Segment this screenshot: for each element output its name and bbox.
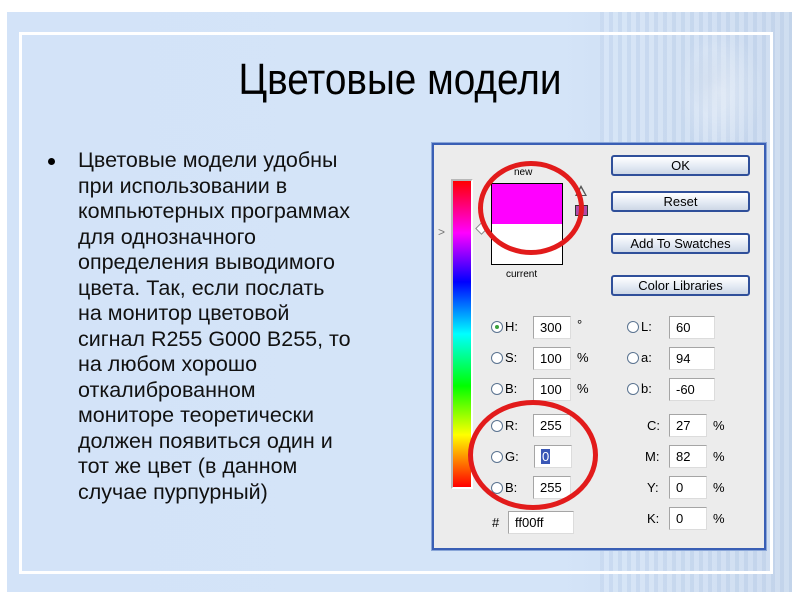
brightness-input[interactable]: 100	[533, 378, 571, 401]
red-input[interactable]: 255	[533, 414, 571, 437]
hue-spectrum-slider[interactable]	[451, 179, 473, 489]
hue-input[interactable]: 300	[533, 316, 571, 339]
saturation-radio[interactable]	[491, 352, 503, 364]
hue-unit: °	[577, 317, 583, 332]
ok-button[interactable]: OK	[611, 155, 750, 176]
brightness-unit: %	[577, 381, 589, 396]
bullet-icon	[48, 158, 55, 165]
lightness-label: L:	[641, 319, 652, 334]
b-channel-label: b:	[641, 381, 652, 396]
red-label: R:	[505, 418, 518, 433]
hex-input[interactable]: ff00ff	[508, 511, 574, 534]
slider-left-arrow-icon[interactable]: >	[438, 225, 445, 239]
cyan-label: C:	[647, 418, 660, 433]
add-to-swatches-button[interactable]: Add To Swatches	[611, 233, 750, 254]
lightness-radio[interactable]	[627, 321, 639, 333]
green-radio[interactable]	[491, 451, 503, 463]
reset-button[interactable]: Reset	[611, 191, 750, 212]
yellow-input[interactable]: 0	[669, 476, 707, 499]
green-label: G:	[505, 449, 519, 464]
black-unit: %	[713, 511, 725, 526]
magenta-label: M:	[645, 449, 660, 464]
hue-radio[interactable]	[491, 321, 503, 333]
green-input[interactable]: 0	[534, 445, 572, 468]
lightness-input[interactable]: 60	[669, 316, 715, 339]
saturation-unit: %	[577, 350, 589, 365]
slider-right-handle-icon[interactable]	[475, 222, 488, 235]
saturation-label: S:	[505, 350, 518, 365]
hue-label: H:	[505, 319, 518, 334]
new-color-label: new	[514, 167, 533, 178]
hex-label: #	[492, 515, 500, 530]
color-libraries-button[interactable]: Color Libraries	[611, 275, 750, 296]
saturation-input[interactable]: 100	[533, 347, 571, 370]
a-channel-radio[interactable]	[627, 352, 639, 364]
b-channel-radio[interactable]	[627, 383, 639, 395]
current-color-label: current	[506, 269, 538, 280]
blue-label: B:	[505, 480, 518, 495]
color-preview-swatch	[491, 183, 563, 265]
yellow-unit: %	[713, 480, 725, 495]
cyan-unit: %	[713, 418, 725, 433]
color-picker-dialog: > new current OK Reset Add To Swatches C…	[432, 143, 766, 550]
green-input-selection: 0	[541, 449, 551, 464]
slide-title: Цветовые модели	[238, 55, 562, 104]
b-channel-input[interactable]: -60	[669, 378, 715, 401]
current-color-swatch[interactable]	[492, 224, 562, 264]
blue-radio[interactable]	[491, 482, 503, 494]
black-input[interactable]: 0	[669, 507, 707, 530]
bullet-text: Цветовые модели удобны при использовании…	[78, 148, 351, 504]
gamut-warning-icon[interactable]	[575, 185, 587, 196]
new-color-swatch	[492, 184, 562, 224]
yellow-label: Y:	[647, 480, 659, 495]
brightness-radio[interactable]	[491, 383, 503, 395]
brightness-label: B:	[505, 381, 518, 396]
cyan-input[interactable]: 27	[669, 414, 707, 437]
magenta-input[interactable]: 82	[669, 445, 707, 468]
black-label: K:	[647, 511, 660, 526]
a-channel-label: a:	[641, 350, 652, 365]
red-radio[interactable]	[491, 420, 503, 432]
a-channel-input[interactable]: 94	[669, 347, 715, 370]
magenta-unit: %	[713, 449, 725, 464]
gamut-color-swatch[interactable]	[575, 205, 588, 216]
blue-input[interactable]: 255	[533, 476, 571, 499]
